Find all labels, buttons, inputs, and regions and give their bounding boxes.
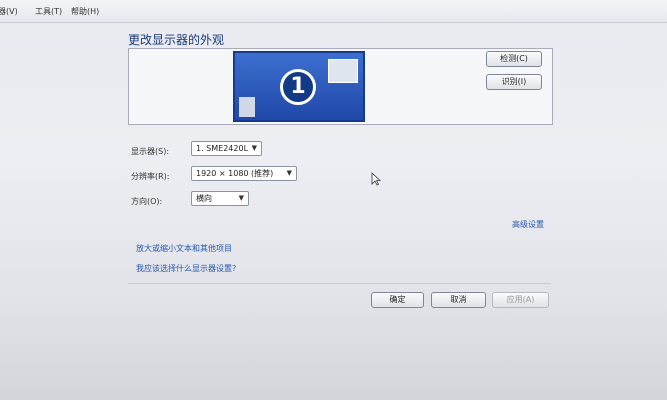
resolution-select[interactable]: 1920 × 1080 (推荐) ▼: [191, 166, 297, 181]
orientation-select-value: 横向: [196, 194, 212, 203]
orientation-label: 方向(O):: [131, 197, 163, 206]
monitor-number-badge: 1: [280, 69, 316, 105]
chevron-down-icon: ▼: [286, 169, 292, 177]
text-size-link[interactable]: 放大或缩小文本和其他项目: [136, 243, 232, 254]
apply-button[interactable]: 应用(A): [492, 292, 549, 308]
mouse-cursor-icon: [371, 172, 381, 186]
detect-button[interactable]: 检测(C): [486, 51, 542, 67]
page-title: 更改显示器的外观: [128, 33, 225, 47]
display-select[interactable]: 1. SME2420L ▼: [191, 141, 262, 156]
display-settings-help-link[interactable]: 我应该选择什么显示器设置?: [136, 263, 236, 274]
menu-view[interactable]: 器(V): [0, 6, 18, 17]
display-label: 显示器(S):: [131, 147, 170, 156]
menu-help[interactable]: 帮助(H): [71, 6, 99, 17]
resolution-select-value: 1920 × 1080 (推荐): [196, 169, 274, 178]
menu-tools[interactable]: 工具(T): [35, 6, 62, 17]
chevron-down-icon: ▼: [238, 194, 244, 202]
menu-bar: 器(V) 工具(T) 帮助(H): [0, 0, 667, 23]
cancel-button[interactable]: 取消: [431, 292, 486, 308]
display-select-value: 1. SME2420L: [196, 144, 249, 153]
identify-button[interactable]: 识别(I): [486, 74, 542, 90]
resolution-label: 分辨率(R):: [131, 172, 170, 181]
monitor-1-preview[interactable]: 1: [233, 51, 365, 122]
advanced-settings-link[interactable]: 高级设置: [512, 219, 544, 230]
orientation-select[interactable]: 横向 ▼: [191, 191, 249, 206]
window-thumbnail-icon: [328, 59, 358, 83]
sidebar-thumbnail-icon: [239, 97, 255, 117]
chevron-down-icon: ▼: [251, 144, 257, 152]
ok-button[interactable]: 确定: [371, 292, 424, 308]
divider: [128, 283, 551, 284]
